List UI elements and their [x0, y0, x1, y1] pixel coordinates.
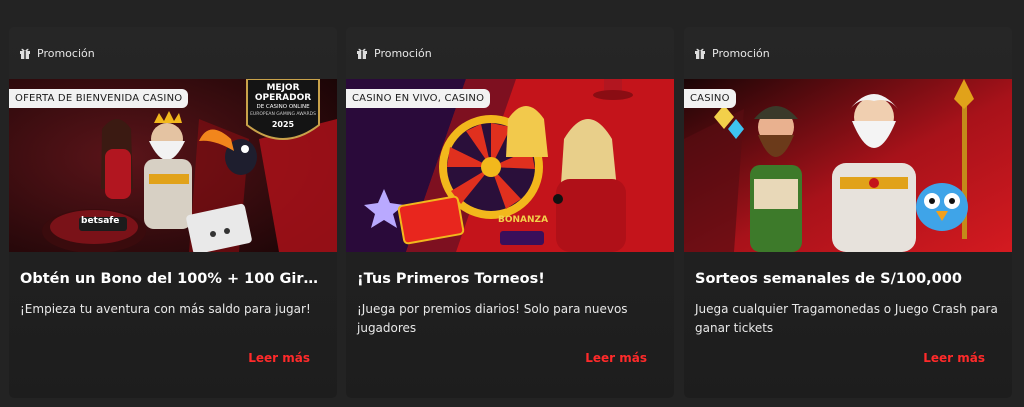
category-label: Promoción [374, 46, 432, 60]
card-header: Promoción [9, 27, 337, 79]
promo-description: ¡Empieza tu aventura con más saldo para … [20, 302, 311, 316]
promo-card-3[interactable]: Promoción CASINO Sorteos semanales de S/… [684, 27, 1012, 398]
promo-card-2[interactable]: Promoción CASINO EN VIVO, CASINO BONANZA… [346, 27, 674, 398]
award-badge: MEJOR OPERADOR DE CASINO ONLINE EUROPEAN… [243, 79, 323, 147]
promo-banner[interactable]: CASINO [684, 79, 1012, 252]
read-more-link[interactable]: Leer más [585, 351, 647, 365]
category-tag: CASINO EN VIVO, CASINO [346, 89, 491, 108]
gift-icon [20, 48, 30, 59]
promo-banner[interactable]: OFERTA DE BIENVENIDA CASINO betsafe MEJO… [9, 79, 337, 252]
promo-description: Juega cualquier Tragamonedas o Juego Cra… [695, 302, 998, 335]
card-header: Promoción [684, 27, 1012, 79]
category-label: Promoción [712, 46, 770, 60]
promo-card-1[interactable]: Promoción OFERTA DE BIENVENIDA CASINO be… [9, 27, 337, 398]
brand-logo: betsafe [81, 216, 120, 226]
category-tag: CASINO [684, 89, 736, 108]
read-more-link[interactable]: Leer más [248, 351, 310, 365]
award-year: 2025 [271, 120, 295, 129]
category-tag: OFERTA DE BIENVENIDA CASINO [9, 89, 189, 108]
promo-title: Obtén un Bono del 100% + 100 Giros Gr... [20, 271, 327, 287]
promo-banner[interactable]: CASINO EN VIVO, CASINO BONANZA [346, 79, 674, 252]
read-more-link[interactable]: Leer más [923, 351, 985, 365]
award-line-2: OPERADOR [254, 93, 312, 103]
card-header: Promoción [346, 27, 674, 79]
gift-icon [695, 48, 705, 59]
award-line-1: MEJOR [266, 83, 300, 93]
promo-description: ¡Juega por premios diarios! Solo para nu… [357, 302, 628, 335]
game-logo: BONANZA [498, 215, 549, 225]
award-line-4: EUROPEAN GAMING AWARDS [250, 112, 316, 117]
promo-title: Sorteos semanales de S/100,000 [695, 271, 962, 287]
award-line-3: DE CASINO ONLINE [256, 104, 310, 110]
gift-icon [357, 48, 367, 59]
category-label: Promoción [37, 46, 95, 60]
promo-title: ¡Tus Primeros Torneos! [357, 271, 545, 287]
